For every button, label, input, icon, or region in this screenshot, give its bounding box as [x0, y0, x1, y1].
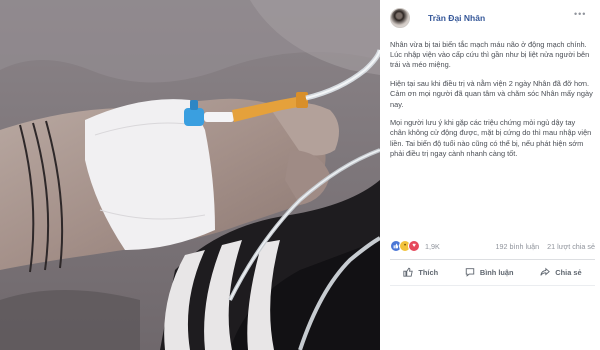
reactions-bar: • ♥ 1,9K 192 bình luận 21 lượt chia sẻ	[390, 238, 595, 254]
facebook-post: Trần Đại Nhân ••• Nhân vừa bị tai biến t…	[380, 0, 600, 350]
like-button[interactable]: Thích	[403, 267, 438, 277]
post-header: Trần Đại Nhân	[390, 8, 485, 28]
comments-count[interactable]: 192 bình luận	[496, 242, 540, 251]
more-options-icon[interactable]: •••	[574, 9, 586, 19]
like-label: Thích	[418, 267, 439, 277]
avatar[interactable]	[390, 8, 410, 28]
engagement-meta: 192 bình luận 21 lượt chia sẻ	[496, 242, 595, 251]
post-actions: Thích Bình luận Chia sẻ	[390, 263, 595, 281]
post-photo[interactable]	[0, 0, 380, 350]
shares-count[interactable]: 21 lượt chia sẻ	[547, 242, 595, 251]
author-name[interactable]: Trần Đại Nhân	[428, 13, 485, 23]
share-icon	[540, 267, 551, 276]
post-paragraph: Mọi người lưu ý khi gặp các triệu chứng …	[390, 118, 592, 158]
share-button[interactable]: Chia sẻ	[540, 267, 582, 277]
iv-hand-photo	[0, 0, 380, 350]
comment-button[interactable]: Bình luận	[465, 267, 514, 277]
reaction-count[interactable]: 1,9K	[425, 242, 440, 251]
thumbs-up-icon	[403, 267, 414, 277]
post-paragraph: Nhân vừa bị tai biến tắc mạch máu não ở …	[390, 40, 590, 70]
divider	[390, 259, 595, 260]
divider	[390, 285, 595, 286]
comment-icon	[465, 268, 475, 277]
share-label: Chia sẻ	[555, 267, 582, 277]
love-icon: ♥	[408, 240, 420, 252]
comment-label: Bình luận	[479, 267, 514, 277]
post-text: Nhân vừa bị tai biến tắc mạch máu não ở …	[390, 40, 593, 168]
reaction-icons[interactable]: • ♥	[390, 240, 420, 252]
post-paragraph: Hiện tại sau khi điều trị và nằm viện 2 …	[390, 79, 593, 109]
